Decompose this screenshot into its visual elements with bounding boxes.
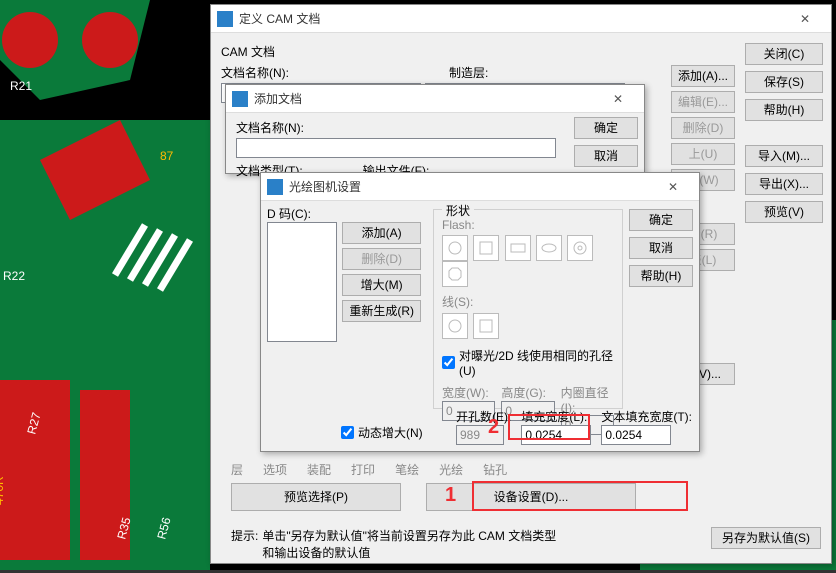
cancel-button[interactable]: 取消 [629, 237, 693, 259]
shape-octagon-icon[interactable] [442, 261, 468, 287]
titlebar: 定义 CAM 文档 ✕ [211, 5, 831, 33]
preview-button[interactable]: 预览(V) [745, 201, 823, 223]
help-button[interactable]: 帮助(H) [629, 265, 693, 287]
tab-strip: 层 选项 装配 打印 笔绘 光绘 钻孔 [231, 461, 507, 478]
svg-text:470R: 470R [0, 476, 6, 505]
add-button[interactable]: 添加(A)... [671, 65, 735, 87]
tab-drill[interactable]: 钻孔 [483, 461, 507, 478]
device-settings-button[interactable]: 设备设置(D)... [426, 483, 636, 511]
ok-button[interactable]: 确定 [574, 117, 638, 139]
flash-label: Flash: [442, 218, 614, 232]
add-doc-dialog: 添加文档 ✕ 文档名称(N): 文档类型(T): 输出文件(F): 确定 取消 [225, 84, 645, 174]
shape-rect-icon[interactable] [505, 235, 531, 261]
shape-circle-icon[interactable] [442, 235, 468, 261]
ok-button[interactable]: 确定 [629, 209, 693, 231]
tab-assembly[interactable]: 装配 [307, 461, 331, 478]
height-label: 高度(G): [501, 384, 554, 401]
dcode-label: D 码(C): [267, 205, 421, 222]
regenerate-button[interactable]: 重新生成(R) [342, 300, 421, 322]
shape-group-label: 形状 [442, 202, 474, 219]
delete-dcode-button[interactable]: 删除(D) [342, 248, 421, 270]
enlarge-button[interactable]: 增大(M) [342, 274, 421, 296]
titlebar: 光绘图机设置 ✕ [261, 173, 699, 201]
holes-input: 989 [456, 425, 504, 445]
titlebar: 添加文档 ✕ [226, 85, 644, 113]
tab-print[interactable]: 打印 [351, 461, 375, 478]
textfill-label: 文本填充宽度(T): [601, 408, 692, 425]
close-button[interactable]: 关闭(C) [745, 43, 823, 65]
fill-label: 填充宽度(L): [521, 408, 591, 425]
app-icon [217, 11, 233, 27]
line-circle-icon[interactable] [442, 313, 468, 339]
tip-label: 提示: [231, 527, 258, 544]
same-aperture-checkbox[interactable]: 对曝光/2D 线使用相同的孔径(U) [442, 347, 614, 378]
cam-doc-section-label: CAM 文档 [221, 43, 821, 60]
dialog-title: 添加文档 [254, 90, 598, 107]
cancel-button[interactable]: 取消 [574, 145, 638, 167]
holes-label: 开孔数(E): [456, 408, 511, 425]
shape-square-icon[interactable] [473, 235, 499, 261]
export-button[interactable]: 导出(X)... [745, 173, 823, 195]
svg-text:87: 87 [160, 149, 174, 163]
import-button[interactable]: 导入(M)... [745, 145, 823, 167]
app-icon [267, 179, 283, 195]
photoplotter-dialog: 光绘图机设置 ✕ D 码(C): 添加(A) 删除(D) 增大(M) 重新生成(… [260, 172, 700, 452]
svg-text:R22: R22 [3, 269, 25, 283]
tab-pen[interactable]: 笔绘 [395, 461, 419, 478]
shape-oval-icon[interactable] [536, 235, 562, 261]
save-default-button[interactable]: 另存为默认值(S) [711, 527, 821, 549]
auto-enlarge-checkbox[interactable]: 动态增大(N) [341, 424, 423, 441]
dialog-title: 定义 CAM 文档 [239, 10, 785, 27]
help-button[interactable]: 帮助(H) [745, 99, 823, 121]
fill-input[interactable]: 0.0254 [521, 425, 591, 445]
tab-options[interactable]: 选项 [263, 461, 287, 478]
up-button[interactable]: 上(U) [671, 143, 735, 165]
docname-input[interactable] [236, 138, 556, 158]
textfill-input[interactable]: 0.0254 [601, 425, 671, 445]
app-icon [232, 91, 248, 107]
dcode-list[interactable] [267, 222, 337, 342]
tab-layer[interactable]: 层 [231, 461, 243, 478]
width-label: 宽度(W): [442, 384, 495, 401]
layer-label: 制造层: [449, 64, 488, 81]
line-square-icon[interactable] [473, 313, 499, 339]
shape-donut-icon[interactable] [567, 235, 593, 261]
tip-text: 单击"另存为默认值"将当前设置另存为此 CAM 文档类型和输出设备的默认值 [262, 527, 562, 561]
tab-photoplot[interactable]: 光绘 [439, 461, 463, 478]
line-label: 线(S): [442, 293, 614, 310]
dialog-title: 光绘图机设置 [289, 178, 653, 195]
add-dcode-button[interactable]: 添加(A) [342, 222, 421, 244]
save-button[interactable]: 保存(S) [745, 71, 823, 93]
edit-button[interactable]: 编辑(E)... [671, 91, 735, 113]
docname-label: 文档名称(N): [221, 64, 289, 81]
delete-button[interactable]: 删除(D) [671, 117, 735, 139]
preview-select-button[interactable]: 预览选择(P) [231, 483, 401, 511]
close-icon[interactable]: ✕ [785, 5, 825, 32]
close-icon[interactable]: ✕ [598, 85, 638, 112]
svg-text:R21: R21 [10, 79, 32, 93]
close-icon[interactable]: ✕ [653, 173, 693, 200]
